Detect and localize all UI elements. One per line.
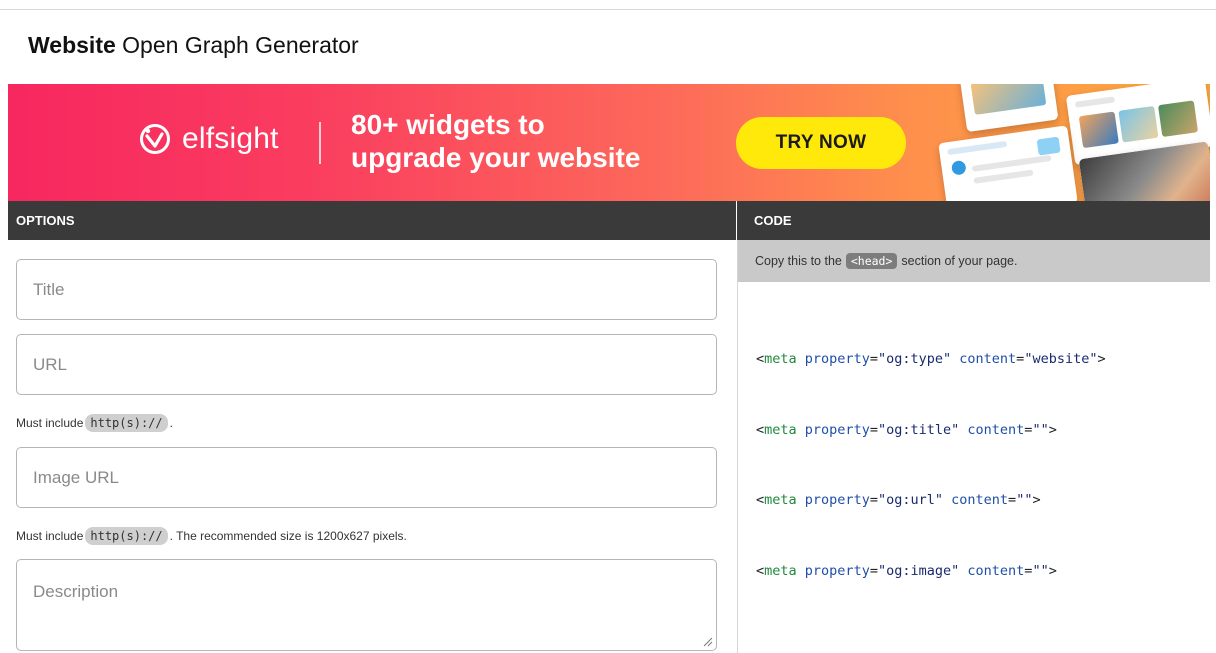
image-url-input[interactable] [16,447,717,508]
code-header: CODE [737,201,1210,240]
banner-separator [319,122,321,164]
image-hint-code: http(s):// [85,527,168,545]
code-line: <meta property="og:type" content="websit… [756,351,1106,367]
ad-banner[interactable]: elfsight 80+ widgets to upgrade your web… [8,84,1210,201]
title-input[interactable] [16,259,717,320]
resize-grip-icon[interactable] [703,637,713,647]
image-hint-suffix: . The recommended size is 1200x627 pixel… [169,529,407,543]
image-url-hint: Must include http(s):// . The recommende… [16,527,407,545]
elfsight-logo-icon [140,124,170,154]
url-input[interactable] [16,334,717,395]
code-instructions: Copy this to the <head> section of your … [738,240,1210,282]
top-divider [0,9,1216,10]
code-block[interactable]: <meta property="og:type" content="websit… [756,301,1106,630]
preview-card-3 [938,125,1078,201]
code-note-prefix: Copy this to the [755,254,842,268]
url-hint-prefix: Must include [16,416,84,430]
banner-headline: 80+ widgets to upgrade your website [351,108,640,174]
banner-headline-line1: 80+ widgets to [351,109,545,140]
description-field-wrap [16,559,717,651]
image-hint-prefix: Must include [16,529,84,543]
url-hint-code: http(s):// [85,414,168,432]
try-now-button[interactable]: TRY NOW [736,117,906,169]
code-note-suffix: section of your page. [901,254,1018,268]
code-line: <meta property="og:url" content=""> [756,492,1041,508]
elfsight-logo: elfsight [138,122,279,156]
banner-headline-line2: upgrade your website [351,142,641,173]
description-textarea[interactable] [16,559,717,651]
page-title: Website Open Graph Generator [28,32,359,59]
url-hint-suffix: . [169,416,173,430]
head-tag-code: <head> [845,253,898,269]
code-panel: Copy this to the <head> section of your … [737,240,1210,653]
preview-card-1 [959,84,1059,133]
options-header: OPTIONS [8,201,736,240]
logo-text: elfsight [182,122,279,155]
options-panel: Must include http(s):// . Must include h… [8,240,736,653]
page-title-strong: Website [28,32,116,58]
code-line: <meta property="og:image" content=""> [756,562,1057,579]
page-title-rest: Open Graph Generator [122,32,359,58]
code-line: <meta property="og:title" content=""> [756,421,1057,438]
url-hint: Must include http(s):// . [16,414,173,432]
